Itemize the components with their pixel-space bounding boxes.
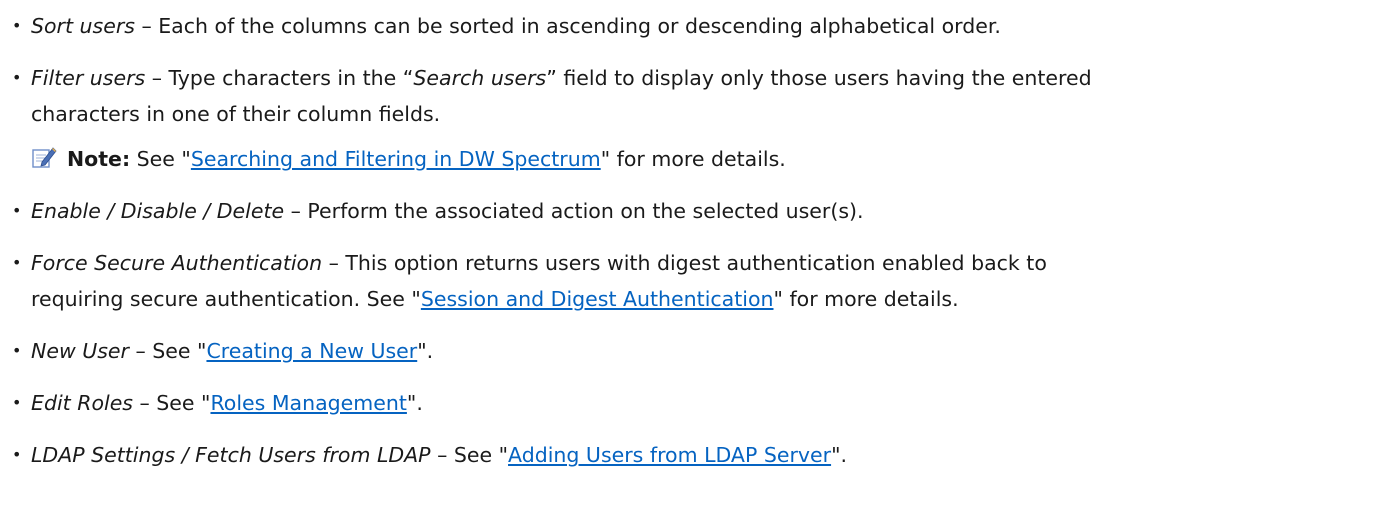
dash: – xyxy=(145,66,169,90)
list-item-text: LDAP Settings / Fetch Users from LDAP – … xyxy=(31,437,847,473)
inline-term: Search users xyxy=(413,66,547,90)
dash: – xyxy=(322,251,346,275)
term: Edit Roles xyxy=(31,391,133,415)
bullet: • xyxy=(12,16,22,35)
bullet: • xyxy=(12,253,22,272)
dash: – xyxy=(430,443,454,467)
note-text-post: " for more details. xyxy=(600,147,786,171)
link-roles-management[interactable]: Roles Management xyxy=(210,391,406,415)
dash: – xyxy=(133,391,157,415)
description-line2: characters in one of their column fields… xyxy=(31,102,441,126)
list-item-text: Filter users – Type characters in the “S… xyxy=(31,60,1092,96)
description-part-a: Type characters in the “ xyxy=(168,66,414,90)
list-item-text: Enable / Disable / Delete – Perform the … xyxy=(31,193,864,229)
list-item-text: Sort users – Each of the columns can be … xyxy=(31,8,1001,44)
bullet-list: • Sort users – Each of the columns can b… xyxy=(0,0,1373,511)
dash: – xyxy=(134,14,159,38)
dash: – xyxy=(284,199,308,223)
term: Sort users xyxy=(31,14,135,38)
description-line2: requiring secure authentication. See "Se… xyxy=(31,281,959,317)
description: Perform the associated action on the sel… xyxy=(307,199,864,223)
list-item-text: New User – See "Creating a New User". xyxy=(31,333,433,369)
bullet: • xyxy=(12,68,22,87)
bullet: • xyxy=(12,393,22,412)
term: LDAP Settings / Fetch Users from LDAP xyxy=(31,443,431,467)
see-pre: See " xyxy=(152,339,207,363)
term: New User xyxy=(31,339,129,363)
link-searching-filtering[interactable]: Searching and Filtering in DW Spectrum xyxy=(191,147,601,171)
link-adding-users-ldap[interactable]: Adding Users from LDAP Server xyxy=(508,443,831,467)
see-pre: See " xyxy=(453,443,509,467)
note: Note: See "Searching and Filtering in DW… xyxy=(31,141,786,177)
see-pre: See " xyxy=(156,391,211,415)
see-post: ". xyxy=(417,339,434,363)
see-post: ". xyxy=(406,391,423,415)
note-text-pre: See " xyxy=(130,147,191,171)
list-item-text: Edit Roles – See "Roles Management". xyxy=(31,385,423,421)
term: Filter users xyxy=(31,66,146,90)
note-pencil-icon xyxy=(31,144,57,168)
description: This option returns users with digest au… xyxy=(345,251,1047,275)
term: Force Secure Authentication xyxy=(31,251,323,275)
link-creating-new-user[interactable]: Creating a New User xyxy=(206,339,417,363)
description-part-b: ” field to display only those users havi… xyxy=(546,66,1092,90)
bullet: • xyxy=(12,341,22,360)
bullet: • xyxy=(12,201,22,220)
bullet: • xyxy=(12,445,22,464)
see-post: ". xyxy=(831,443,848,467)
link-session-digest-auth[interactable]: Session and Digest Authentication xyxy=(421,287,774,311)
line2-post: " for more details. xyxy=(773,287,959,311)
term: Enable / Disable / Delete xyxy=(31,199,285,223)
dash: – xyxy=(128,339,153,363)
list-item-text: Force Secure Authentication – This optio… xyxy=(31,245,1047,281)
line2-pre: requiring secure authentication. See " xyxy=(31,287,421,311)
description: Each of the columns can be sorted in asc… xyxy=(158,14,1001,38)
note-label: Note: xyxy=(67,147,131,171)
